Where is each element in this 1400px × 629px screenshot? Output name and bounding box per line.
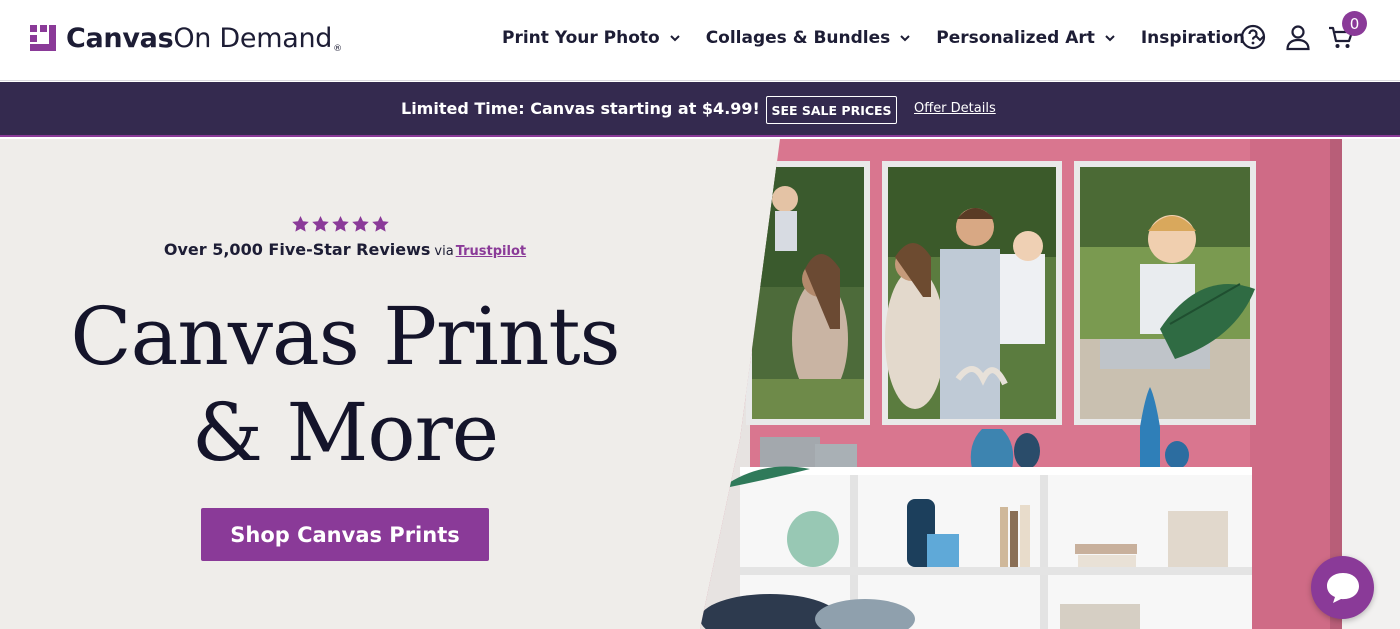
chevron-down-icon [669,35,680,42]
star-icon [372,215,389,232]
promo-text: Limited Time: Canvas starting at $4.99! [401,99,760,118]
chevron-down-icon [900,35,910,42]
nav-label: Personalized Art [936,28,1095,48]
shop-canvas-prints-button[interactable]: Shop Canvas Prints [201,508,489,561]
nav-print-your-photo[interactable]: Print Your Photo [502,24,682,52]
via-text: via [434,244,454,259]
promo-bar: Limited Time: Canvas starting at $4.99! … [0,82,1400,137]
hero-section: Over 5,000 Five-Star Reviews via Trustpilo… [0,139,1400,629]
star-icon [292,215,309,232]
star-icon [312,215,329,232]
star-icon [352,215,369,232]
reviews-summary: Over 5,000 Five-Star Reviews via Trustpilo… [0,240,690,259]
hero-title-line1: Canvas Prints [70,290,620,383]
site-header: CanvasOn Demand® Print Your Photo Collag… [0,0,1400,81]
chevron-down-icon [1105,35,1115,42]
offer-details-link[interactable]: Offer Details [914,101,996,116]
chat-bubble-icon [1326,572,1359,603]
nav-label: Print Your Photo [502,28,660,48]
nav-collages-bundles[interactable]: Collages & Bundles [706,24,913,52]
hero-title-line2: & More [191,386,499,479]
nav-label: Collages & Bundles [705,28,891,48]
trustpilot-link[interactable]: Trustpilot [456,244,526,259]
reviews-text: Over 5,000 Five-Star Reviews [163,240,431,259]
user-icon[interactable] [1284,23,1312,51]
cart-count-badge[interactable]: 0 [1342,11,1367,36]
hero-title: Canvas Prints & More [0,289,690,481]
nav-personalized-art[interactable]: Personalized Art [936,24,1117,52]
main-nav: Print Your Photo Collages & Bundles Pers… [502,24,1291,52]
nav-label: Inspiration [1140,28,1245,48]
rating-stars [291,215,390,234]
logo-text: CanvasOn Demand® [66,22,342,54]
help-circle-icon[interactable] [1239,23,1267,51]
chat-button[interactable] [1311,556,1374,619]
canvas-on-demand-logo[interactable]: CanvasOn Demand® [30,18,342,58]
logo-mark-icon [30,25,56,51]
see-sale-prices-button[interactable]: SEE SALE PRICES [766,96,897,124]
star-icon [332,215,349,232]
